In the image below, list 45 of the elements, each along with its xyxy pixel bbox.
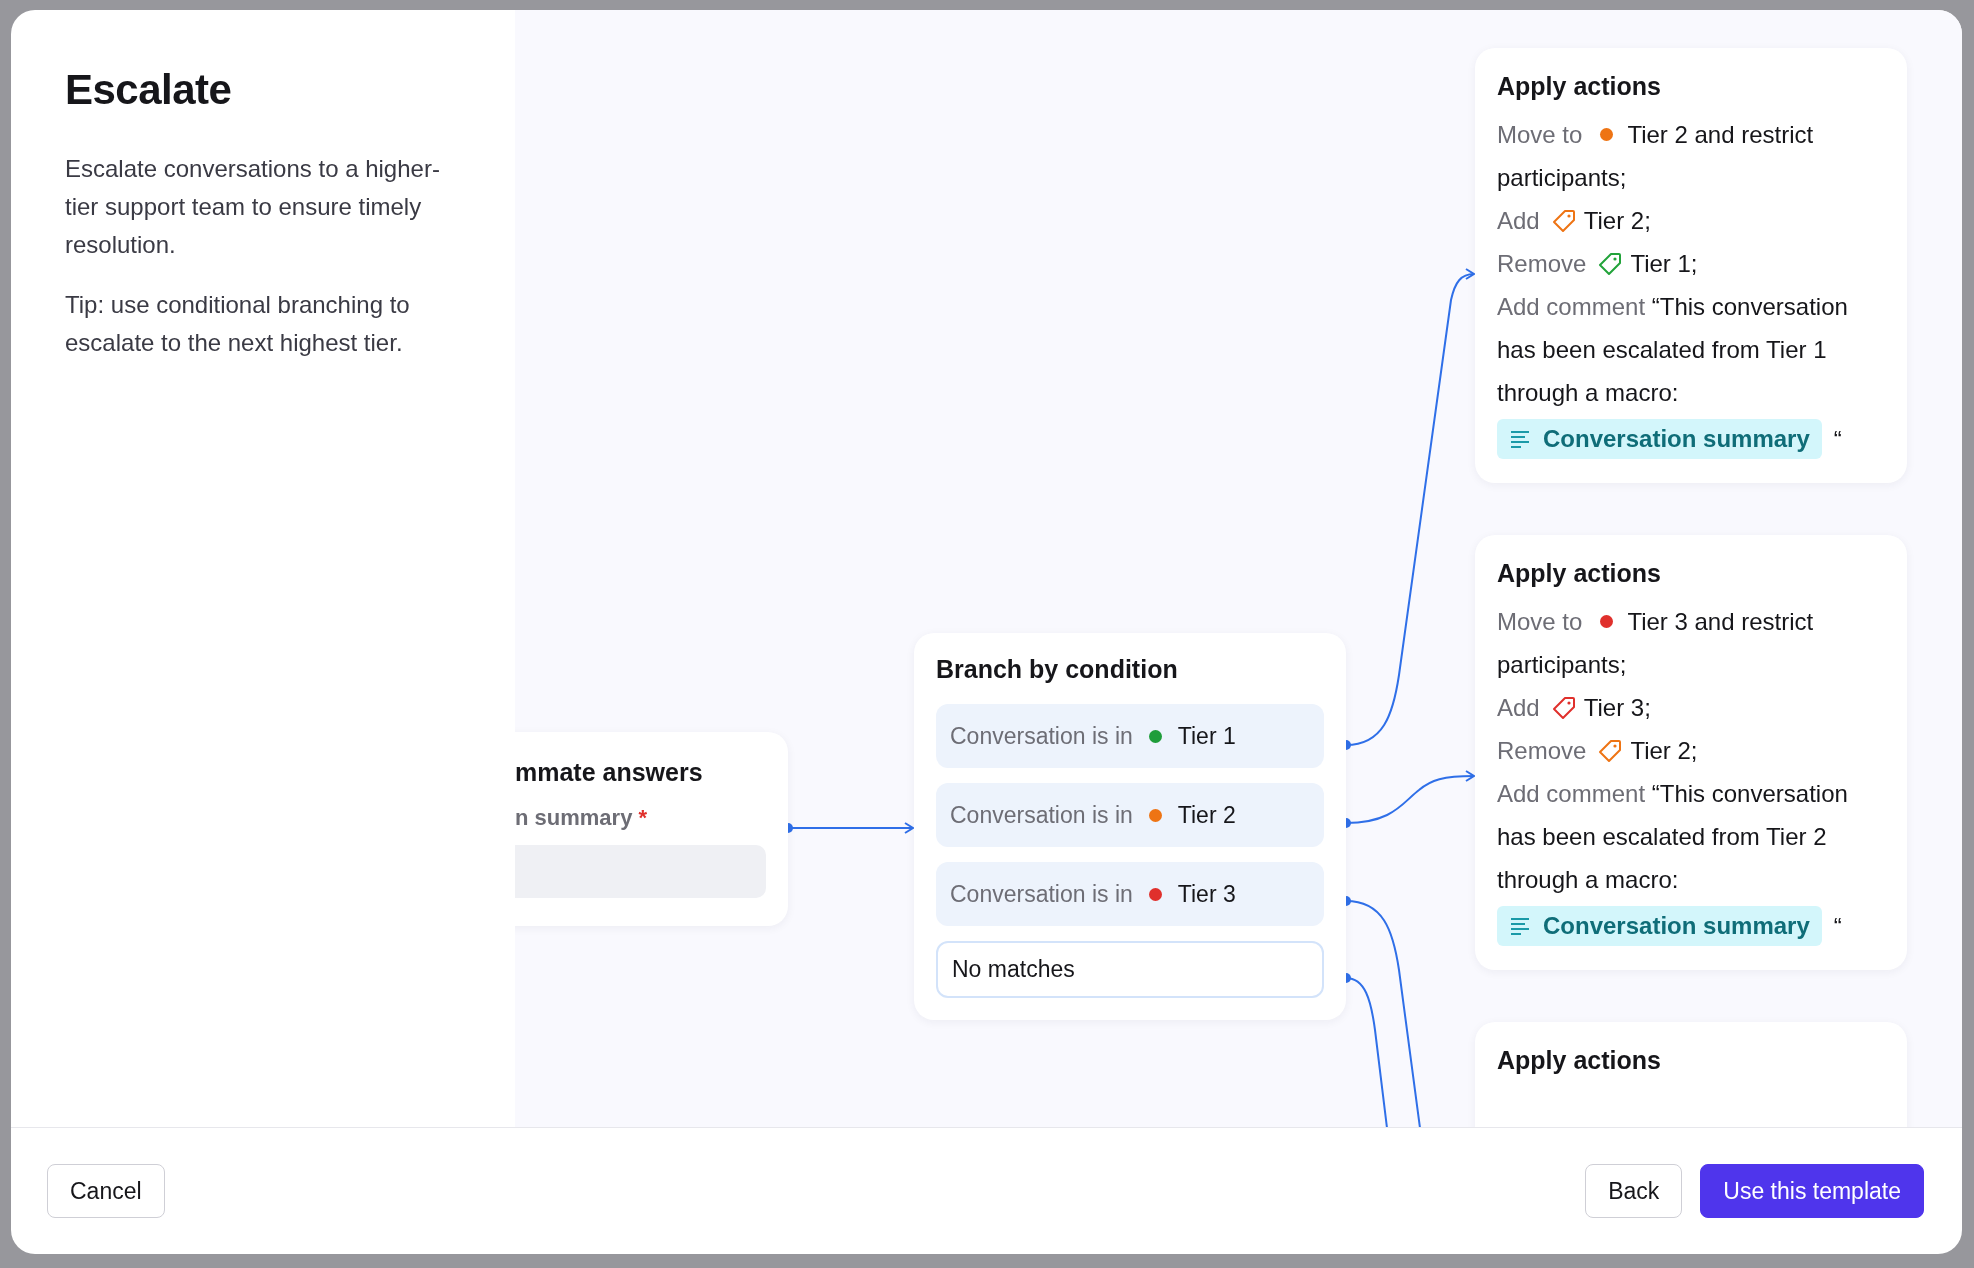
action-label: Add [1497,694,1540,721]
condition-label: Conversation is in [950,722,1133,750]
variable-chip[interactable]: Conversation summary [1497,419,1822,459]
node-title: Branch by condition [936,655,1179,684]
condition-row[interactable]: Conversation is in Tier 3 [936,862,1324,926]
quote-mark: “ [1833,913,1842,940]
comment-text: Add comment “This conversation has been escalated from Tier 2 through a macro: [1497,779,1849,895]
action-text: Move to Tier 3 and restrict participants; [1497,607,1815,680]
description-text: Escalate conversations to a higher-tier support team to ensure timely resolution. [65,154,441,260]
text-lines-icon [1509,917,1531,935]
quote-mark: “ [1833,426,1842,453]
node-title: mmate answers [515,758,704,787]
action-label: Remove [1497,737,1587,764]
comment-text: Add comment “This conversation has been escalated from Tier 1 through a macro: [1497,292,1849,408]
variable-chip[interactable]: Conversation summary [1497,906,1822,946]
action-text: Tier 2; [1583,207,1651,234]
flow-node[interactable]: Apply actions Move to Tier 2 and restrict participants; Add Tier 2; Remove Tier 1; Add comment “This conversation has been escalated from Tier 1 through a macro: Conversation summary “ [1475,48,1907,483]
cancel-button[interactable]: Cancel [47,1164,165,1218]
action-label: Add [1497,207,1540,234]
action-text: Tier 2; [1630,737,1698,764]
text-lines-icon [1509,430,1531,448]
flow-node[interactable]: Apply actions Move to Tier 3 and restrict participants; Add Tier 3; Remove Tier 2; Add comment “This conversation has been escalated from Tier 2 through a macro: Conversation summary “ [1475,535,1907,970]
required-mark: * [638,805,647,830]
condition-label: Conversation is in [950,801,1133,829]
action-text: Move to Tier 2 and restrict participants; [1497,120,1815,193]
field-label: n summary [515,805,633,830]
condition-label: Conversation is in [950,880,1133,908]
condition-value: Tier 2 [1177,801,1236,829]
flow-node[interactable]: mmate answers n summary * [515,732,788,926]
dialog-title: Escalate [65,66,233,114]
back-button[interactable]: Back [1585,1164,1683,1218]
node-title: Apply actions [1497,1046,1662,1075]
flow-node[interactable]: Apply actions [1475,1022,1907,1127]
description-text: Tip: use conditional branching to escalate to the next highest tier. [65,290,411,358]
action-label: Remove [1497,250,1587,277]
condition-value: Tier 3 [1177,880,1236,908]
use-template-button[interactable]: Use this template [1700,1164,1924,1218]
node-title: Apply actions [1497,559,1662,588]
node-title: Apply actions [1497,72,1662,101]
condition-row[interactable]: Conversation is in Tier 1 [936,704,1324,768]
condition-value: Tier 1 [1177,722,1236,750]
condition-row[interactable]: Conversation is in Tier 2 [936,783,1324,847]
action-text: Tier 3; [1583,694,1651,721]
action-text: Tier 1; [1630,250,1698,277]
flow-node[interactable]: Branch by condition Conversation is in Tier 1 Conversation is in Tier 2 Conversation is in Tier 3 No matches [914,633,1346,1020]
